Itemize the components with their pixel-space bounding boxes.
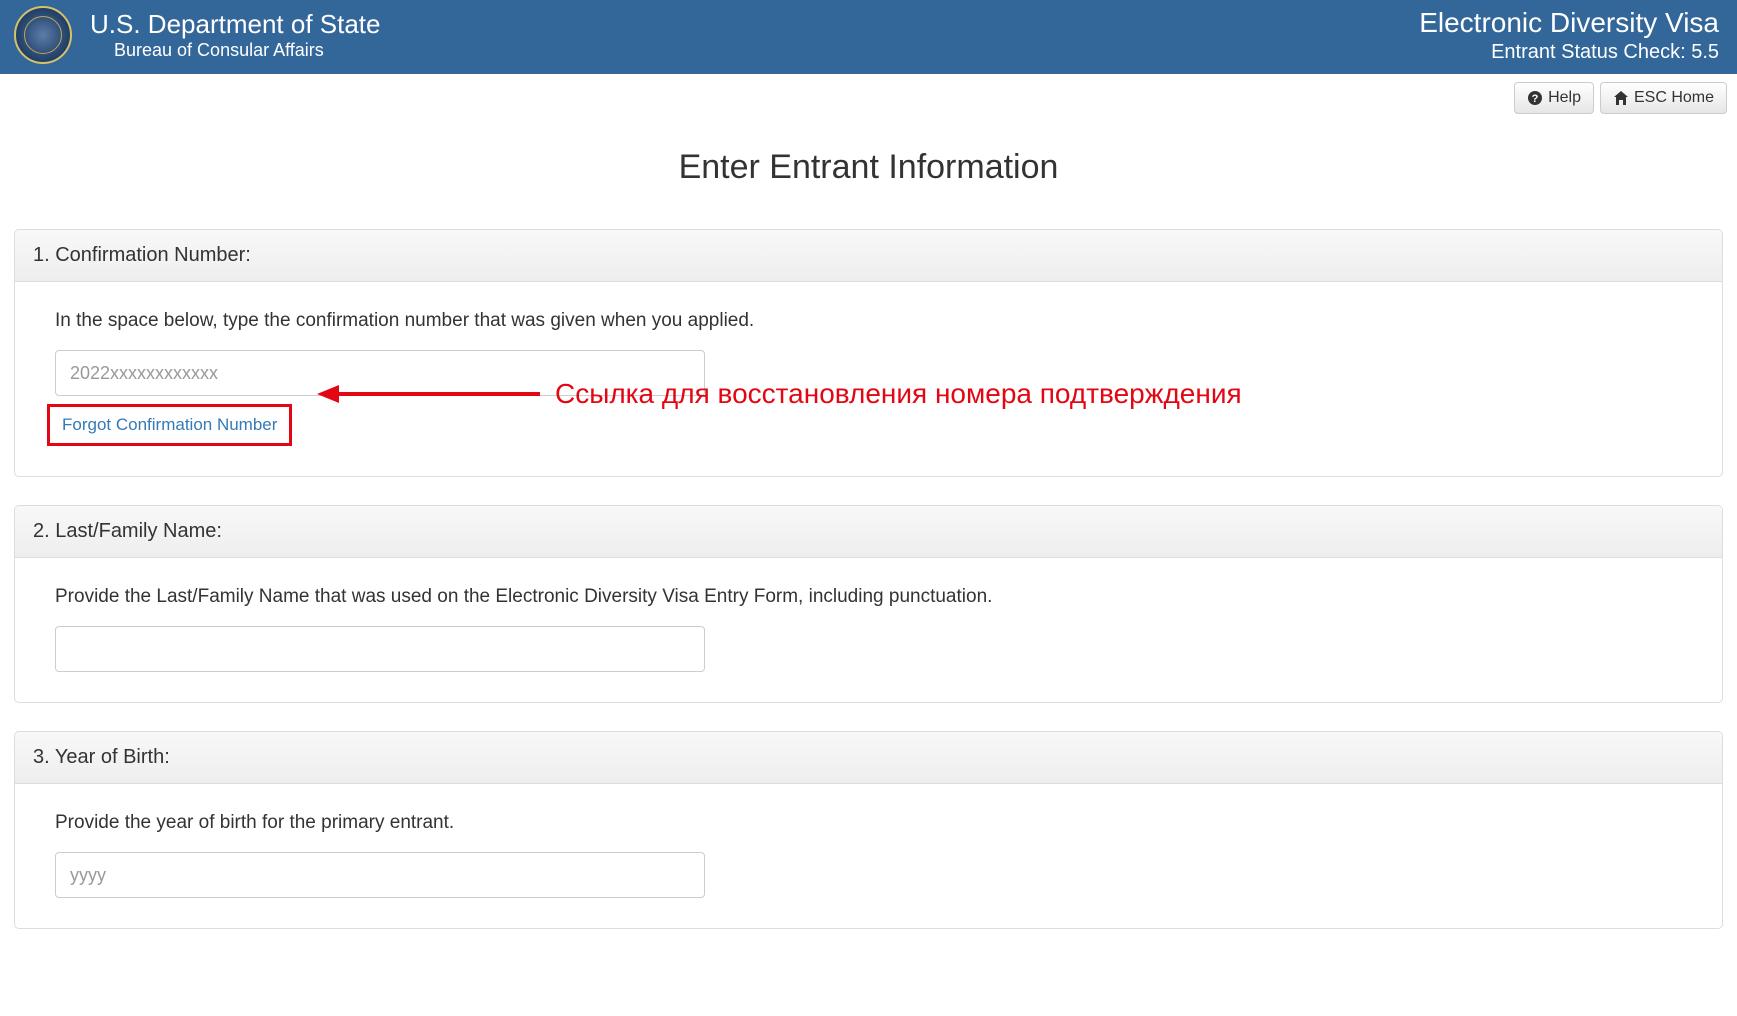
panel-body-lastname: Provide the Last/Family Name that was us…: [15, 558, 1722, 702]
panel-lastname: 2. Last/Family Name: Provide the Last/Fa…: [14, 505, 1723, 703]
form-container: 1. Confirmation Number: In the space bel…: [0, 229, 1737, 987]
dept-text-block: U.S. Department of State Bureau of Consu…: [90, 9, 380, 62]
app-subtitle: Entrant Status Check: 5.5: [1419, 40, 1719, 65]
yob-instruction: Provide the year of birth for the primar…: [55, 812, 1682, 834]
help-icon: ?: [1527, 90, 1543, 106]
toolbar: ? Help ESC Home: [0, 74, 1737, 118]
dept-title: U.S. Department of State: [90, 9, 380, 40]
esc-home-button[interactable]: ESC Home: [1600, 82, 1727, 114]
help-button[interactable]: ? Help: [1514, 82, 1594, 114]
panel-body-yob: Provide the year of birth for the primar…: [15, 784, 1722, 928]
panel-body-confirmation: In the space below, type the confirmatio…: [15, 282, 1722, 476]
state-dept-seal-icon: [14, 6, 72, 64]
panel-yob: 3. Year of Birth: Provide the year of bi…: [14, 731, 1723, 929]
lastname-input[interactable]: [55, 626, 705, 672]
header-left: U.S. Department of State Bureau of Consu…: [14, 6, 380, 64]
panel-heading-yob: 3. Year of Birth:: [15, 732, 1722, 784]
lastname-instruction: Provide the Last/Family Name that was us…: [55, 586, 1682, 608]
forgot-confirmation-link[interactable]: Forgot Confirmation Number: [62, 415, 277, 435]
confirmation-number-input[interactable]: [55, 350, 705, 396]
confirmation-instruction: In the space below, type the confirmatio…: [55, 310, 1682, 332]
panel-heading-lastname: 2. Last/Family Name:: [15, 506, 1722, 558]
svg-text:?: ?: [1532, 93, 1539, 105]
help-button-label: Help: [1548, 89, 1581, 107]
annotation-highlight-box: Forgot Confirmation Number: [47, 404, 292, 446]
top-header: U.S. Department of State Bureau of Consu…: [0, 0, 1737, 74]
esc-home-button-label: ESC Home: [1634, 89, 1714, 107]
dept-subtitle: Bureau of Consular Affairs: [90, 40, 380, 62]
yob-input[interactable]: [55, 852, 705, 898]
header-right: Electronic Diversity Visa Entrant Status…: [1419, 5, 1719, 65]
home-icon: [1613, 90, 1629, 106]
panel-confirmation: 1. Confirmation Number: In the space bel…: [14, 229, 1723, 477]
panel-heading-confirmation: 1. Confirmation Number:: [15, 230, 1722, 282]
app-title: Electronic Diversity Visa: [1419, 5, 1719, 40]
page-title: Enter Entrant Information: [0, 148, 1737, 187]
